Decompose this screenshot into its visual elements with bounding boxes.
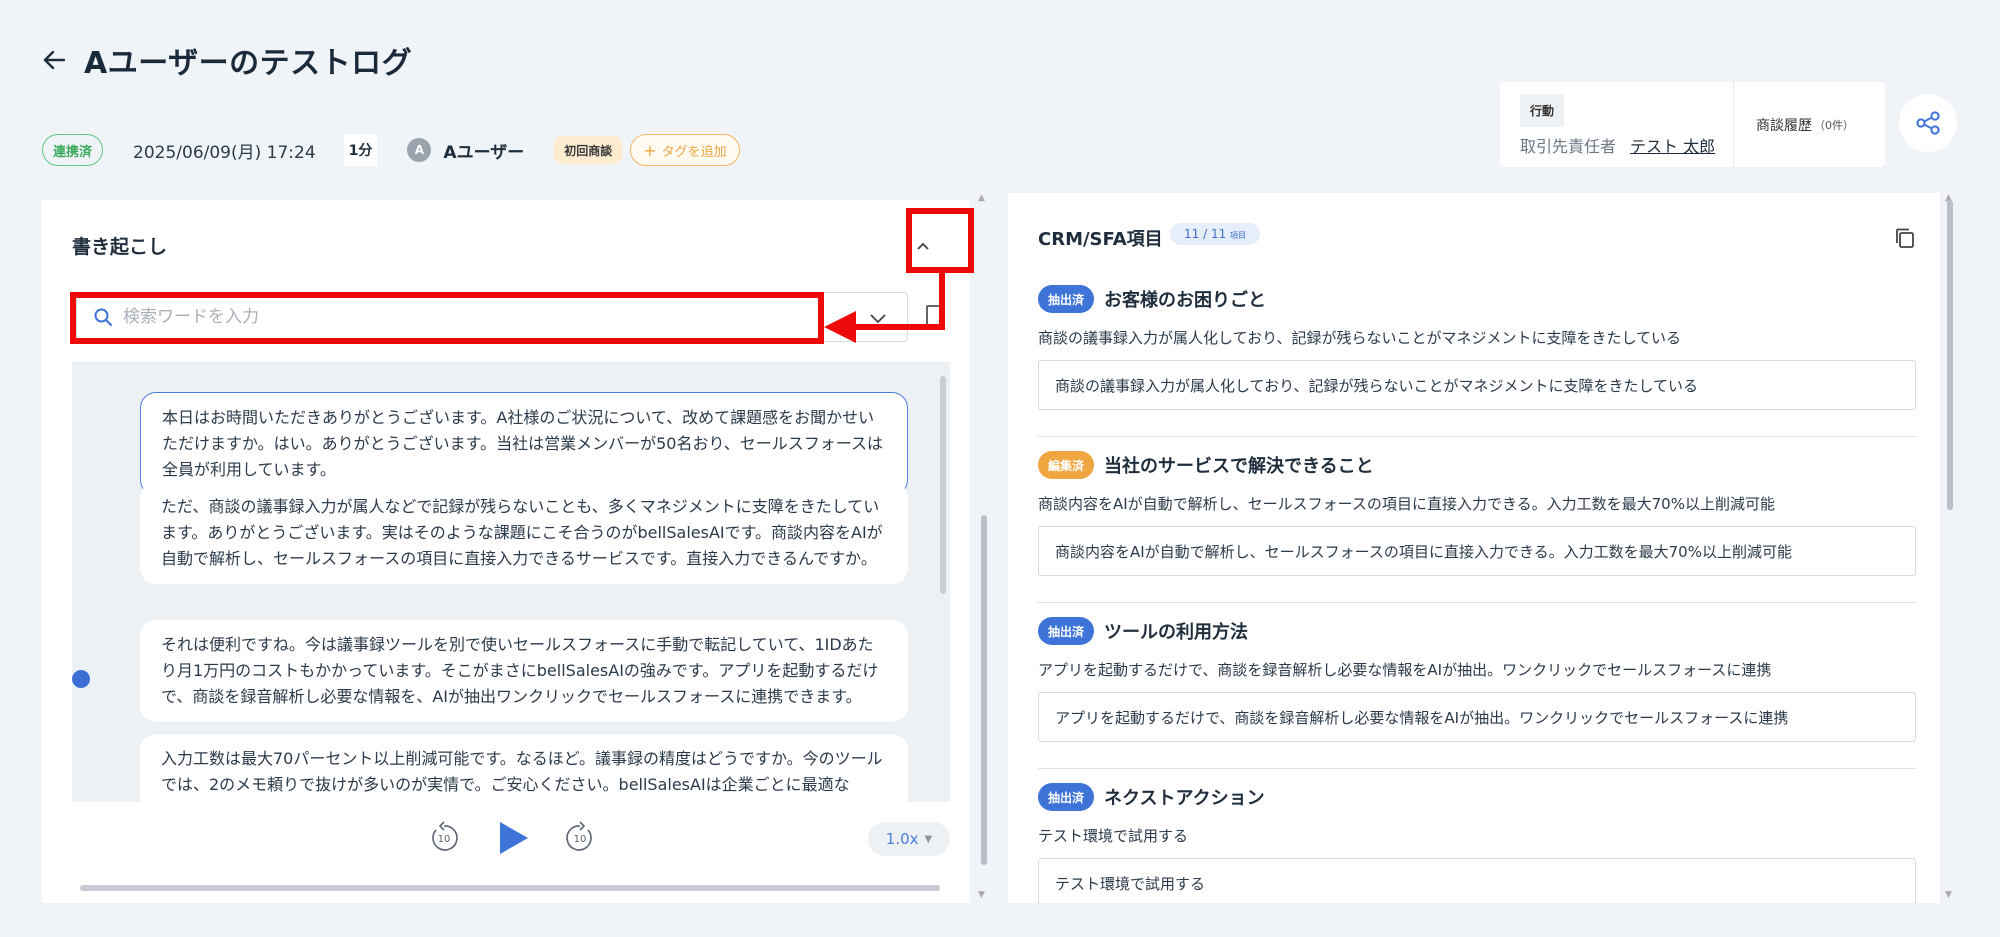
plus-icon: +: [643, 140, 657, 160]
history-label: 商談履歴: [1756, 117, 1812, 134]
play-icon[interactable]: [494, 818, 532, 858]
crm-section-description: 商談内容をAIが自動で解析し、セールスフォースの項目に直接入力できる。入力工数を…: [1038, 495, 1775, 513]
contact-link[interactable]: テスト 太郎: [1630, 133, 1715, 157]
progress-handle[interactable]: [72, 670, 90, 688]
crm-section-description: テスト環境で試用する: [1038, 827, 1189, 845]
crm-section: 抽出済 ツールの利用方法 アプリを起動するだけで、商談を録音解析し必要な情報をA…: [1038, 617, 1916, 742]
annotation-arrow-head: [824, 311, 856, 343]
chevron-down-icon: ▼: [924, 833, 933, 845]
crm-count-badge: 11 / 11 項目: [1170, 223, 1261, 245]
transcript-message[interactable]: 本日はお時間いただきありがとうございます。A社様のご状況について、改めて課題感を…: [140, 392, 908, 496]
crm-section: 抽出済 ネクストアクション テスト環境で試用する テスト環境で試用する: [1038, 783, 1916, 903]
crm-section: 編集済 当社のサービスで解決できること 商談内容をAIが自動で解析し、セールスフ…: [1038, 451, 1916, 576]
contact-key: 取引先責任者: [1520, 137, 1617, 156]
crm-field-input[interactable]: テスト環境で試用する: [1038, 858, 1916, 903]
crm-section-name: 当社のサービスで解決できること: [1104, 456, 1374, 477]
crm-section-header: 編集済 当社のサービスで解決できること: [1038, 451, 1916, 479]
info-card: 行動 取引先責任者 テスト 太郎 商談履歴 （0件）: [1500, 82, 1885, 167]
crm-panel: CRM/SFA項目 11 / 11 項目 抽出済 お客様のお困りごと 商談の議事…: [1008, 193, 1940, 903]
status-badge: 連携済: [42, 134, 104, 166]
svg-text:10: 10: [574, 834, 587, 845]
user-name: Aユーザー: [443, 142, 525, 163]
annotation-arrow-line: [852, 324, 945, 330]
meeting-duration: 1分: [343, 134, 378, 166]
transcript-scrollbar[interactable]: [940, 376, 946, 594]
crm-field-input[interactable]: アプリを起動するだけで、商談を録音解析し必要な情報をAIが抽出。ワンクリックでセ…: [1038, 692, 1916, 742]
meta-row: 連携済 2025/06/09(月) 17:24 1分 A Aユーザー 初回商談 …: [42, 133, 740, 167]
annotation-highlight-search: [70, 292, 824, 344]
crm-title: CRM/SFA項目: [1038, 229, 1163, 250]
crm-section-header: 抽出済 お客様のお困りごと: [1038, 285, 1916, 313]
tag-first-meeting[interactable]: 初回商談: [554, 136, 623, 164]
title-row: Aユーザーのテストログ: [40, 38, 412, 82]
share-button[interactable]: [1899, 94, 1957, 152]
crm-section-header: 抽出済 ツールの利用方法: [1038, 617, 1916, 645]
extracted-badge: 抽出済: [1038, 617, 1095, 645]
crm-section-description: 商談の議事録入力が属人化しており、記録が残らないことがマネジメントに支障をきたし…: [1038, 329, 1682, 347]
divider: [1038, 436, 1916, 437]
crm-section: 抽出済 お客様のお困りごと 商談の議事録入力が属人化しており、記録が残らないこと…: [1038, 285, 1916, 410]
scroll-down-arrow-icon[interactable]: ▼: [1945, 890, 1952, 900]
transcript-message[interactable]: 入力工数は最大70パーセント以上削減可能です。なるほど。議事録の精度はどうですか…: [140, 734, 908, 802]
info-card-contact: 行動 取引先責任者 テスト 太郎: [1500, 82, 1734, 167]
rewind-10-icon[interactable]: 10: [426, 820, 462, 856]
crm-count: 11 / 11: [1184, 227, 1227, 241]
left-page-scrollbar[interactable]: [981, 515, 987, 865]
forward-10-icon[interactable]: 10: [562, 820, 598, 856]
crm-count-unit: 項目: [1230, 231, 1247, 240]
avatar: A: [407, 138, 432, 162]
annotation-arrow-line: [939, 273, 945, 328]
crm-section-description: アプリを起動するだけで、商談を録音解析し必要な情報をAIが抽出。ワンクリックでセ…: [1038, 661, 1772, 679]
copy-icon[interactable]: [1894, 227, 1916, 249]
action-label: 行動: [1520, 94, 1565, 127]
contact-line: 取引先責任者 テスト 太郎: [1520, 133, 1733, 157]
audio-player: 10 10 1.0x ▼: [42, 810, 970, 903]
share-icon: [1916, 111, 1940, 135]
back-arrow-icon[interactable]: [40, 46, 68, 74]
playback-speed-value: 1.0x: [885, 830, 919, 848]
meeting-date: 2025/06/09(月) 17:24: [133, 142, 316, 163]
transcript-title: 書き起こし: [72, 236, 168, 258]
progress-track[interactable]: [80, 885, 940, 891]
history-count: （0件）: [1814, 118, 1854, 132]
crm-field-input[interactable]: 商談内容をAIが自動で解析し、セールスフォースの項目に直接入力できる。入力工数を…: [1038, 526, 1916, 576]
crm-section-name: ツールの利用方法: [1104, 622, 1249, 643]
add-tag-label: タグを追加: [661, 144, 727, 160]
transcript-list[interactable]: 本日はお時間いただきありがとうございます。A社様のご状況について、改めて課題感を…: [72, 362, 950, 802]
transcript-message[interactable]: ただ、商談の議事録入力が属人などで記録が残らないことも、多くマネジメントに支障を…: [140, 482, 908, 584]
svg-text:10: 10: [438, 834, 451, 845]
scroll-up-arrow-icon[interactable]: ▲: [978, 193, 985, 203]
playback-speed-select[interactable]: 1.0x ▼: [868, 822, 950, 856]
extracted-badge: 抽出済: [1038, 285, 1095, 313]
crm-section-name: お客様のお困りごと: [1104, 290, 1267, 311]
annotation-highlight-collapse: [906, 208, 974, 273]
add-tag-button[interactable]: + タグを追加: [630, 134, 740, 166]
scroll-down-arrow-icon[interactable]: ▼: [978, 890, 985, 900]
right-panel-scrollbar[interactable]: [1947, 200, 1953, 510]
crm-section-header: 抽出済 ネクストアクション: [1038, 783, 1916, 811]
divider: [1038, 768, 1916, 769]
extracted-badge: 抽出済: [1038, 783, 1095, 811]
edited-badge: 編集済: [1038, 451, 1095, 479]
crm-section-name: ネクストアクション: [1104, 788, 1265, 809]
page-title: Aユーザーのテストログ: [84, 46, 413, 81]
crm-field-input[interactable]: 商談の議事録入力が属人化しており、記録が残らないことがマネジメントに支障をきたし…: [1038, 360, 1916, 410]
transcript-message[interactable]: それは便利ですね。今は議事録ツールを別で使いセールスフォースに手動で転記していて…: [140, 620, 908, 722]
divider: [1038, 602, 1916, 603]
history-link[interactable]: 商談履歴 （0件）: [1734, 82, 1885, 167]
